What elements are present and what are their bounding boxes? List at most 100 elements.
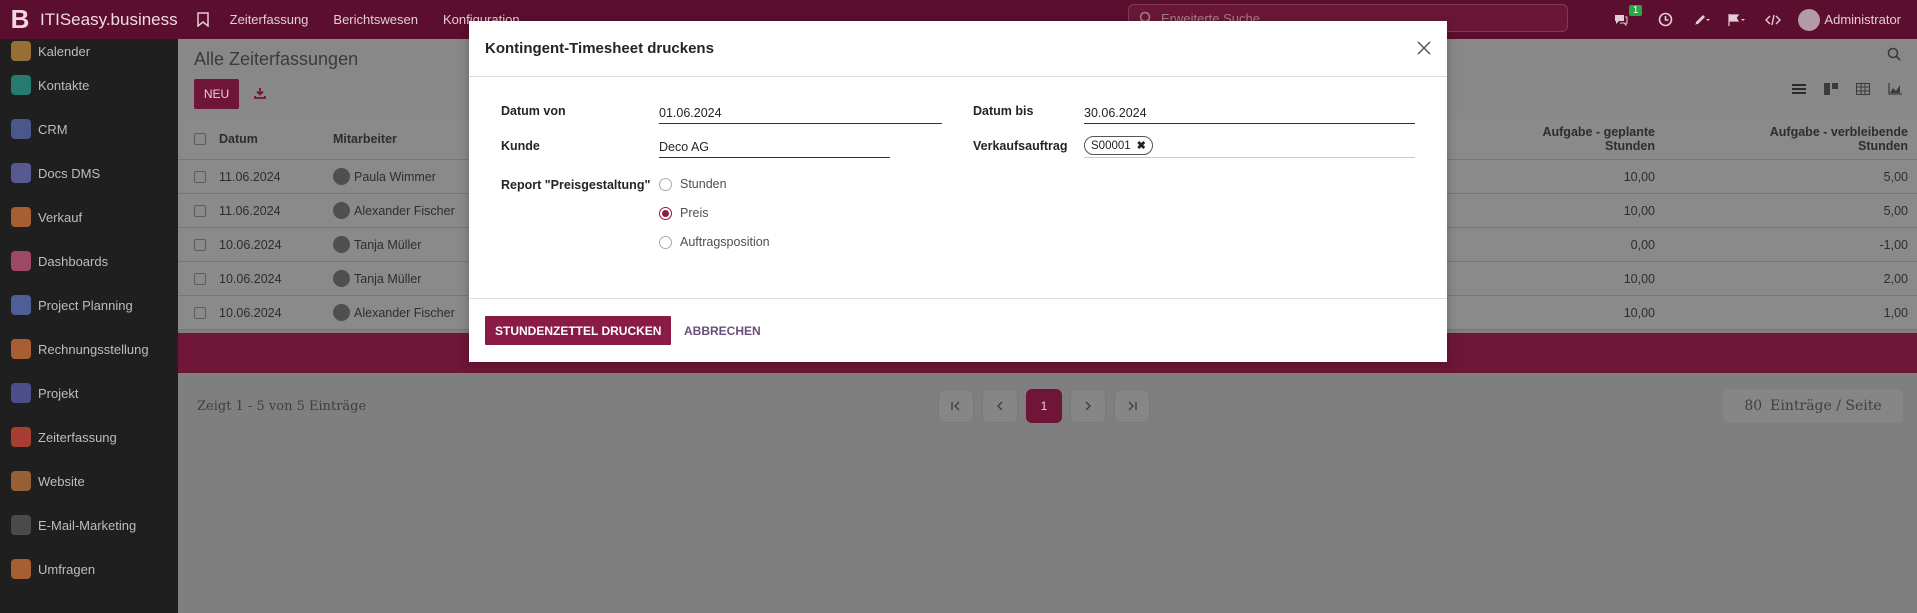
apps-sidebar: Kalender Kontakte CRM Docs DMS Verkauf Dashbo…: [0, 39, 178, 613]
activity-clock-icon[interactable]: [1654, 9, 1676, 31]
row-date: 10.06.2024: [219, 237, 282, 252]
radio-price[interactable]: Preis: [659, 206, 708, 220]
sidebar-item-survey[interactable]: Umfragen: [0, 547, 178, 591]
calendar-icon: [11, 41, 31, 61]
radio-order-line[interactable]: Auftragsposition: [659, 235, 770, 249]
last-page-icon[interactable]: [1114, 389, 1150, 423]
sidebar-item-crm[interactable]: CRM: [0, 107, 178, 151]
customer-field[interactable]: Deco AG: [659, 136, 890, 158]
column-header-planned-hours[interactable]: Aufgabe - geplante Stunden: [1493, 125, 1655, 153]
sidebar-item-label: Kontakte: [38, 77, 90, 93]
sales-order-tag: S00001 ✖: [1084, 136, 1153, 155]
sidebar-item-label: Rechnungsstellung: [38, 341, 149, 357]
close-icon[interactable]: [1413, 37, 1435, 59]
messages-icon[interactable]: 1: [1610, 4, 1643, 31]
sidebar-item-label: Verkauf: [38, 209, 83, 225]
page-title: Alle Zeiterfassungen: [194, 49, 359, 69]
search-icon[interactable]: [1887, 47, 1903, 63]
sidebar-item-label: Zeiterfassung: [38, 429, 117, 445]
bookmark-icon[interactable]: [192, 12, 214, 27]
sidebar-item-planning[interactable]: Project Planning: [0, 283, 178, 327]
download-icon[interactable]: [248, 81, 272, 105]
radio-order-line-label: Auftragsposition: [680, 235, 770, 249]
row-checkbox[interactable]: [194, 204, 206, 217]
dialog-body: Datum von 01.06.2024 Datum bis 30.06.202…: [469, 77, 1447, 299]
sidebar-item-label: Docs DMS: [38, 165, 101, 181]
graph-view-icon[interactable]: [1887, 81, 1903, 97]
remove-tag-icon[interactable]: ✖: [1137, 139, 1146, 152]
sales-order-tag-label: S00001: [1091, 139, 1131, 152]
per-page-value: 80: [1744, 398, 1763, 414]
survey-icon: [11, 559, 31, 579]
flag-dropdown-icon[interactable]: [1726, 9, 1748, 31]
per-page-label: Einträge / Seite: [1770, 398, 1882, 414]
date-to-field[interactable]: 30.06.2024: [1084, 102, 1415, 124]
radio-price-dot[interactable]: [659, 206, 672, 220]
column-header-remaining-hours[interactable]: Aufgabe - verbleibende Stunden: [1718, 125, 1908, 153]
row-checkbox[interactable]: [194, 306, 206, 319]
user-menu[interactable]: Administrator: [1798, 8, 1901, 31]
next-page-icon[interactable]: [1070, 389, 1106, 423]
row-checkbox[interactable]: [194, 238, 206, 251]
crm-icon: [11, 119, 31, 139]
cancel-button[interactable]: ABBRECHEN: [684, 324, 761, 338]
project-icon: [11, 383, 31, 403]
pivot-view-icon[interactable]: [1855, 81, 1871, 97]
row-employee-name: Paula Wimmer: [354, 169, 436, 184]
row-planned-hours: 10,00: [1623, 305, 1655, 320]
docs-icon: [11, 163, 31, 183]
print-timesheet-button[interactable]: STUNDENZETTEL DRUCKEN: [485, 316, 672, 345]
radio-hours[interactable]: Stunden: [659, 177, 727, 191]
radio-hours-dot[interactable]: [659, 177, 672, 191]
avatar: [333, 168, 350, 185]
kanban-view-icon[interactable]: [1823, 81, 1839, 97]
radio-order-line-dot[interactable]: [659, 235, 672, 249]
row-employee-name: Alexander Fischer: [354, 203, 455, 218]
customer-label: Kunde: [501, 139, 540, 153]
sidebar-item-label: Projekt: [38, 385, 79, 401]
systray: 1 Administrator: [1610, 0, 1917, 39]
row-remaining-hours: 1,00: [1883, 305, 1908, 320]
contacts-icon: [11, 75, 31, 95]
list-view-icon[interactable]: [1791, 81, 1807, 97]
previous-page-icon[interactable]: [982, 389, 1018, 423]
current-page-button[interactable]: 1: [1026, 389, 1062, 423]
sidebar-item-label: Project Planning: [38, 297, 133, 313]
brush-dropdown-icon[interactable]: [1690, 9, 1712, 31]
sidebar-item-contacts[interactable]: Kontakte: [0, 63, 178, 107]
sidebar-item-email-marketing[interactable]: E-Mail-Marketing: [0, 503, 178, 547]
row-date: 10.06.2024: [219, 305, 282, 320]
first-page-icon[interactable]: [938, 389, 974, 423]
sidebar-item-docs[interactable]: Docs DMS: [0, 151, 178, 195]
menu-berichtswesen[interactable]: Berichtswesen: [333, 12, 418, 27]
sidebar-item-calendar[interactable]: Kalender: [0, 39, 178, 63]
new-button[interactable]: NEU: [194, 79, 239, 109]
row-date: 10.06.2024: [219, 271, 282, 286]
sidebar-item-invoice[interactable]: Rechnungsstellung: [0, 327, 178, 371]
sidebar-item-timer[interactable]: Zeiterfassung: [0, 415, 178, 459]
app-menu-logo[interactable]: B: [0, 0, 40, 39]
sidebar-item-website[interactable]: Website: [0, 459, 178, 503]
debug-code-icon[interactable]: [1762, 9, 1784, 31]
website-icon: [11, 471, 31, 491]
select-all-checkbox[interactable]: [194, 133, 206, 145]
per-page-selector[interactable]: 80 Einträge / Seite: [1723, 389, 1903, 423]
sidebar-item-project[interactable]: Projekt: [0, 371, 178, 415]
brand-name[interactable]: ITISeasy.business: [40, 10, 178, 30]
row-employee-name: Tanja Müller: [354, 237, 422, 252]
sidebar-item-sales[interactable]: Verkauf: [0, 195, 178, 239]
avatar: [333, 270, 350, 287]
sidebar-item-dashboard[interactable]: Dashboards: [0, 239, 178, 283]
column-header-date[interactable]: Datum: [219, 132, 333, 146]
pager: Zeigt 1 - 5 von 5 Einträge 1 80 Einträge…: [178, 387, 1917, 427]
user-name: Administrator: [1824, 12, 1901, 27]
sidebar-item-label: Website: [38, 473, 85, 489]
row-checkbox[interactable]: [194, 170, 206, 183]
row-planned-hours: 10,00: [1623, 271, 1655, 286]
menu-zeiterfassung[interactable]: Zeiterfassung: [230, 12, 309, 27]
print-timesheet-dialog: Kontingent-Timesheet druckens Datum von …: [469, 21, 1447, 362]
date-from-field[interactable]: 01.06.2024: [659, 102, 942, 124]
row-checkbox[interactable]: [194, 272, 206, 285]
view-switcher: [1791, 81, 1903, 97]
row-date: 11.06.2024: [219, 203, 281, 218]
